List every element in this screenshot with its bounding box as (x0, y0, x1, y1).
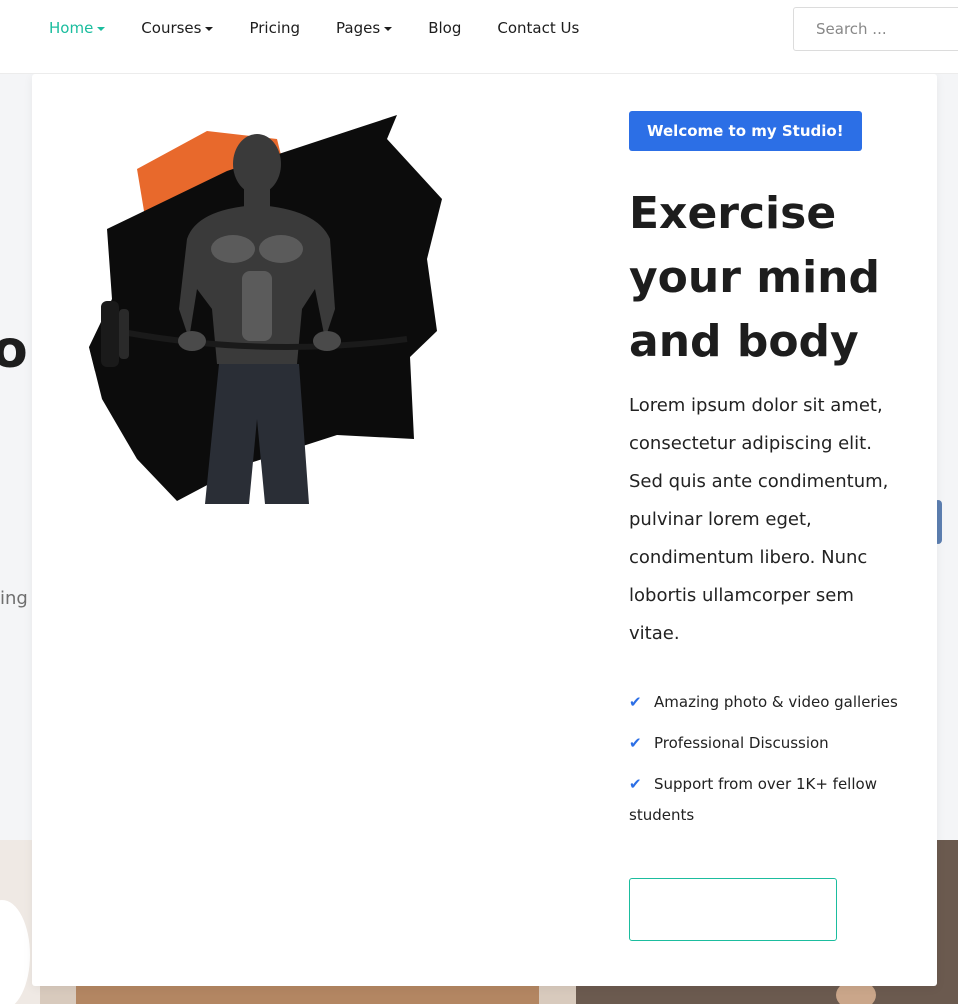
page-title: Exercise your mind and body (629, 188, 881, 367)
list-item: ✔ Amazing photo & video galleries (629, 687, 919, 718)
search-input[interactable] (816, 20, 956, 38)
cta-button[interactable] (629, 878, 837, 941)
main-menu: Home Courses Pricing Pages Blog Contact … (49, 19, 615, 37)
nav-item-label: Pages (336, 19, 381, 37)
nav-item-pages[interactable]: Pages (336, 19, 393, 37)
nav-item-home[interactable]: Home (49, 19, 106, 37)
nav-item-label: Contact Us (497, 19, 580, 37)
feature-list: ✔ Amazing photo & video galleries ✔ Profes… (629, 687, 919, 841)
check-icon: ✔ (629, 734, 642, 752)
feature-label: Professional Discussion (654, 734, 829, 752)
chevron-down-icon (97, 27, 106, 31)
chevron-down-icon (384, 27, 393, 31)
hero-athlete-illustration (89, 115, 442, 504)
nav-item-label: Blog (428, 19, 462, 37)
top-navigation-bar: Home Courses Pricing Pages Blog Contact … (0, 0, 958, 73)
nav-item-blog[interactable]: Blog (428, 19, 461, 37)
search-box (793, 7, 958, 51)
feature-label: Support from over 1K+ fellow students (629, 775, 877, 824)
chevron-down-icon (205, 27, 214, 31)
welcome-modal: Welcome to my Studio! Exercise your mind… (32, 74, 937, 986)
welcome-badge: Welcome to my Studio! (629, 111, 862, 151)
check-icon: ✔ (629, 693, 642, 711)
nav-item-label: Pricing (249, 19, 301, 37)
nav-item-contact[interactable]: Contact Us (497, 19, 579, 37)
background-text-fragment: ing (0, 588, 28, 609)
intro-paragraph: Lorem ipsum dolor sit amet, consectetur … (629, 395, 889, 644)
list-item: ✔ Professional Discussion (629, 728, 919, 759)
feature-label: Amazing photo & video galleries (654, 693, 898, 711)
nav-item-label: Home (49, 19, 94, 37)
nav-item-pricing[interactable]: Pricing (249, 19, 300, 37)
check-icon: ✔ (629, 775, 642, 793)
list-item: ✔ Support from over 1K+ fellow students (629, 769, 919, 831)
nav-item-label: Courses (141, 19, 202, 37)
nav-item-courses[interactable]: Courses (141, 19, 214, 37)
